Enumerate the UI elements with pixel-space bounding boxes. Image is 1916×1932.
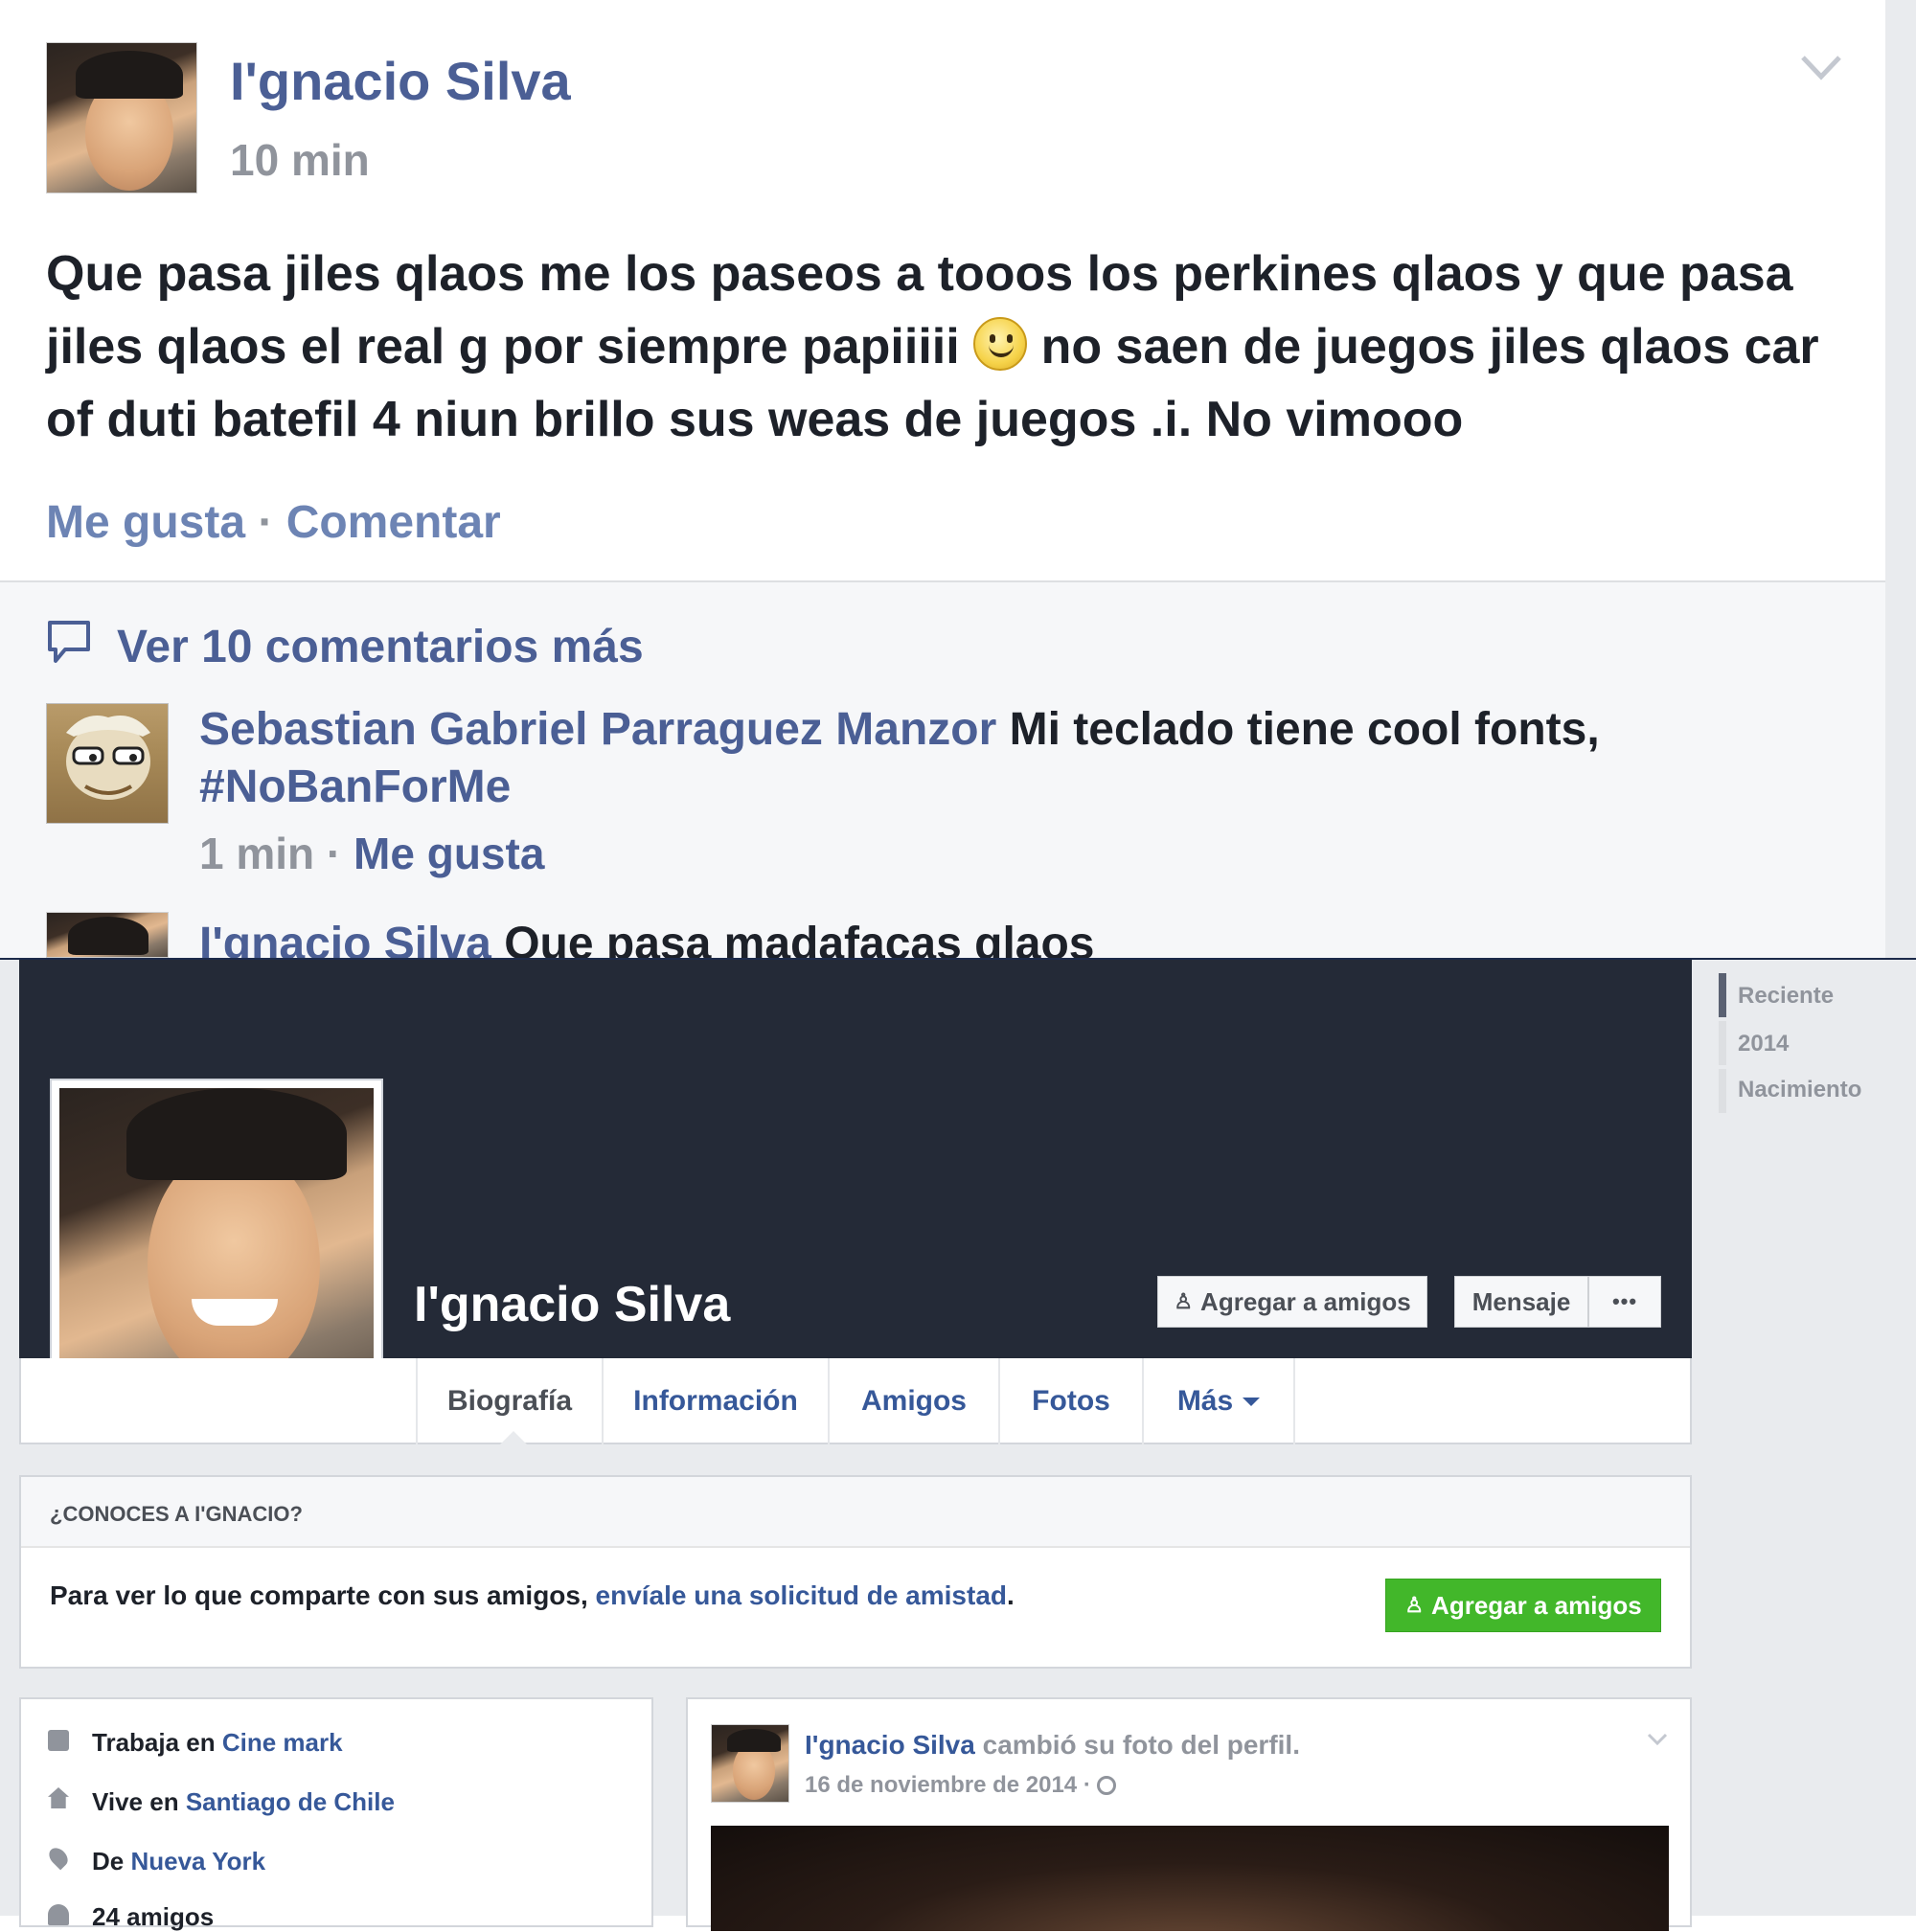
post-author-name[interactable]: I'gnacio Silva: [230, 50, 571, 112]
tab-amigos[interactable]: Amigos: [828, 1358, 998, 1444]
from-row: De Nueva York: [92, 1847, 265, 1876]
know-text-before: Para ver lo que comparte con sus amigos,: [50, 1580, 596, 1610]
know-text-after: .: [1007, 1580, 1015, 1610]
feed-post-date[interactable]: 16 de noviembre de 2014: [805, 1772, 1077, 1798]
profile-picture-image: [59, 1088, 374, 1402]
friends-icon: [48, 1904, 69, 1925]
chevron-down-icon[interactable]: [1797, 48, 1845, 86]
send-request-link[interactable]: envíale una solicitud de amistad: [596, 1580, 1007, 1610]
tab-mas[interactable]: Más: [1142, 1358, 1295, 1444]
work-row: Trabaja en Cine mark: [92, 1728, 343, 1758]
feed-post-separator: ·: [1077, 1772, 1098, 1798]
caret-down-icon: [1243, 1397, 1261, 1406]
feed-post-headline: I'gnacio Silva cambió su foto del perfil…: [805, 1730, 1300, 1761]
post-actions: Me gusta · Comentar: [46, 496, 501, 549]
know-person-text: Para ver lo que comparte con sus amigos,…: [50, 1580, 1015, 1611]
profile-name[interactable]: I'gnacio Silva: [414, 1276, 730, 1333]
timeline-active-marker: [1719, 973, 1726, 1017]
timeline-marker: [1719, 1021, 1726, 1065]
add-friend-label: Agregar a amigos: [1200, 1286, 1411, 1316]
message-button[interactable]: Mensaje: [1454, 1276, 1588, 1328]
post-timestamp[interactable]: 10 min: [230, 134, 370, 186]
active-tab-indicator: [500, 1431, 527, 1444]
cartoon-face-icon: [66, 716, 150, 800]
comment-hashtag[interactable]: #NoBanForMe: [199, 761, 511, 812]
tab-informacion[interactable]: Información: [602, 1358, 828, 1444]
smiley-icon: [973, 317, 1028, 371]
view-more-comments-link[interactable]: Ver 10 comentarios más: [117, 621, 644, 673]
timeline-item-birth[interactable]: Nacimiento: [1738, 1077, 1861, 1103]
comment-time[interactable]: 1 min: [199, 829, 314, 878]
comment-like-link[interactable]: Me gusta: [354, 829, 544, 878]
comment-bubble-icon: [48, 621, 90, 663]
post-author-avatar[interactable]: [46, 42, 197, 193]
action-separator: ·: [245, 497, 286, 548]
globe-icon: [1097, 1776, 1117, 1795]
feed-post-author[interactable]: I'gnacio Silva: [805, 1730, 975, 1760]
work-link[interactable]: Cine mark: [222, 1728, 343, 1757]
feed-post-avatar[interactable]: [711, 1724, 789, 1803]
friends-row[interactable]: 24 amigos: [92, 1902, 214, 1932]
commenter-avatar[interactable]: [46, 912, 169, 958]
tab-mas-label: Más: [1176, 1385, 1234, 1417]
right-gutter: [1885, 0, 1916, 958]
comment-author-name[interactable]: Sebastian Gabriel Parraguez Manzor: [199, 704, 996, 755]
add-friend-button[interactable]: ♙ Agregar a amigos: [1157, 1276, 1427, 1328]
comment-meta: 1 min · Me gusta: [199, 828, 544, 879]
add-friend-icon: ♙: [1404, 1593, 1425, 1617]
timeline-item-2014[interactable]: 2014: [1738, 1031, 1789, 1057]
like-link[interactable]: Me gusta: [46, 497, 245, 548]
from-prefix: De: [92, 1847, 131, 1875]
add-friend-green-button[interactable]: ♙ Agregar a amigos: [1385, 1579, 1661, 1632]
timeline-item-recent[interactable]: Reciente: [1738, 983, 1834, 1010]
profile-smile: [192, 1299, 278, 1326]
feed-post-action: cambió su foto del perfil.: [974, 1730, 1300, 1760]
lives-link[interactable]: Santiago de Chile: [186, 1787, 395, 1816]
feed-post-meta: 16 de noviembre de 2014 ·: [805, 1772, 1117, 1799]
briefcase-icon: [48, 1730, 69, 1751]
add-friend-icon: ♙: [1174, 1289, 1194, 1313]
from-link[interactable]: Nueva York: [130, 1847, 265, 1875]
tab-fotos[interactable]: Fotos: [998, 1358, 1142, 1444]
comment-link[interactable]: Comentar: [286, 497, 501, 548]
post-body-text: Que pasa jiles qlaos me los paseos a too…: [46, 238, 1866, 456]
add-friend-green-label: Agregar a amigos: [1431, 1590, 1642, 1620]
comment-body: Sebastian Gabriel Parraguez Manzor Mi te…: [199, 701, 1866, 816]
timeline-marker: [1719, 1069, 1726, 1113]
commenter-avatar[interactable]: [46, 703, 169, 824]
comment-meta-separator: ·: [314, 829, 354, 878]
chevron-down-icon[interactable]: [1646, 1732, 1669, 1747]
more-options-button[interactable]: •••: [1588, 1276, 1661, 1328]
lives-prefix: Vive en: [92, 1787, 186, 1816]
comment-text: Mi teclado tiene cool fonts,: [1009, 704, 1600, 755]
work-prefix: Trabaja en: [92, 1728, 222, 1757]
lives-row: Vive en Santiago de Chile: [92, 1787, 395, 1817]
know-person-title: ¿CONOCES A I'GNACIO?: [50, 1502, 303, 1526]
